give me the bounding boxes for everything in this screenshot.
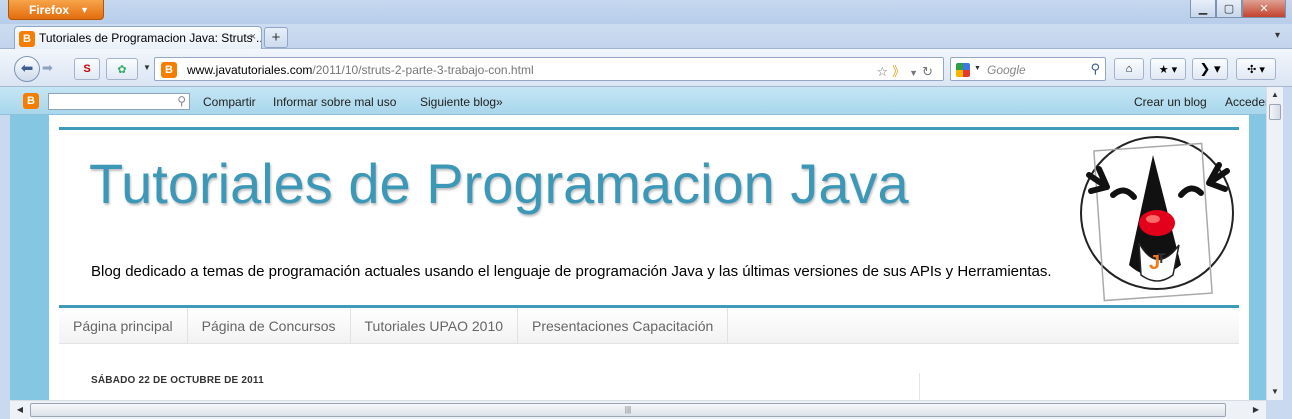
url-text[interactable]: www.javatutoriales.com/2011/10/struts-2-… bbox=[187, 63, 534, 77]
back-button[interactable]: ⬅ bbox=[14, 56, 40, 82]
tab-pagina-principal[interactable]: Página principal bbox=[59, 308, 188, 344]
page-viewport: Tutoriales de Programacion Java Blog ded… bbox=[10, 115, 1266, 400]
minimize-button[interactable]: ▁ bbox=[1190, 0, 1216, 18]
vertical-scrollbar[interactable]: ▲ ▼ bbox=[1266, 87, 1283, 400]
puzzle-icon: ✿ bbox=[117, 63, 127, 76]
chevron-right-icon: ❯ ▾ bbox=[1199, 61, 1221, 76]
bookmarks-button[interactable]: ★ ▾ bbox=[1150, 58, 1186, 80]
share-link[interactable]: Compartir bbox=[203, 95, 256, 109]
tab-pagina-concursos[interactable]: Página de Concursos bbox=[188, 308, 351, 344]
tab-close-icon[interactable]: × bbox=[250, 31, 256, 43]
url-domain: www.javatutoriales.com bbox=[187, 63, 313, 77]
search-engine-dropdown-icon[interactable]: ▼ bbox=[974, 65, 981, 72]
firebug-button[interactable]: ✣ ▾ bbox=[1236, 58, 1276, 80]
report-abuse-link[interactable]: Informar sobre mal uso bbox=[273, 95, 396, 109]
noscript-icon: S bbox=[83, 63, 91, 75]
search-icon[interactable]: ⚲ bbox=[1090, 61, 1100, 77]
home-icon: ⌂ bbox=[1125, 63, 1133, 75]
maximize-button[interactable]: ▢ bbox=[1216, 0, 1242, 18]
scroll-left-icon[interactable]: ◀ bbox=[12, 402, 28, 418]
scroll-down-icon[interactable]: ▼ bbox=[1267, 384, 1283, 400]
chevron-down-icon: ▼ bbox=[80, 5, 89, 15]
tab-title: Tutoriales de Programacion Java: Struts … bbox=[39, 31, 262, 45]
horizontal-scrollbar[interactable]: ◀ ||| ▶ bbox=[10, 400, 1266, 419]
forward-button[interactable]: ➡ bbox=[42, 60, 53, 76]
create-blog-link[interactable]: Crear un blog bbox=[1134, 95, 1207, 109]
window-corner bbox=[1266, 400, 1292, 419]
bookmarks-star-icon: ★ ▾ bbox=[1158, 63, 1178, 76]
window-titlebar: Firefox ▼ ▁ ▢ ✕ bbox=[0, 0, 1292, 24]
site-favicon-icon bbox=[161, 62, 177, 78]
search-bar[interactable]: ▼ Google ⚲ bbox=[950, 57, 1106, 81]
search-icon[interactable]: ⚲ bbox=[177, 94, 186, 108]
tab-bar: Tutoriales de Programacion Java: Struts … bbox=[0, 24, 1292, 49]
post-date-header: SÁBADO 22 DE OCTUBRE DE 2011 bbox=[91, 375, 264, 386]
blog-description: Blog dedicado a temas de programación ac… bbox=[91, 263, 1052, 280]
search-placeholder: Google bbox=[987, 63, 1026, 77]
url-bar[interactable]: www.javatutoriales.com/2011/10/struts-2-… bbox=[154, 57, 944, 81]
tab-tutoriales-upao[interactable]: Tutoriales UPAO 2010 bbox=[351, 308, 519, 344]
vertical-scroll-thumb[interactable] bbox=[1269, 104, 1281, 120]
next-blog-link[interactable]: Siguiente blog» bbox=[420, 95, 503, 109]
duke-mascot-logo: J T bbox=[1080, 136, 1234, 302]
arrow-left-icon: ⬅ bbox=[20, 60, 34, 77]
extension-dropdown-icon[interactable]: ▼ bbox=[143, 63, 151, 72]
header-top-rule bbox=[59, 127, 1239, 130]
url-bar-icons: ☆》▼↻ bbox=[877, 61, 938, 80]
blogger-icon bbox=[19, 31, 35, 47]
noscript-button[interactable]: S bbox=[74, 58, 100, 80]
navigation-toolbar: ⬅ ➡ S ✿ ▼ www.javatutoriales.com/2011/10… bbox=[0, 49, 1292, 87]
more-tools-button[interactable]: ❯ ▾ bbox=[1192, 58, 1228, 80]
sidebar-divider bbox=[919, 373, 920, 400]
google-icon[interactable] bbox=[956, 63, 970, 77]
new-tab-button[interactable]: + bbox=[264, 27, 288, 48]
url-path: /2011/10/struts-2-parte-3-trabajo-con.ht… bbox=[312, 63, 534, 77]
firefox-menu-button[interactable]: Firefox ▼ bbox=[8, 0, 104, 20]
blogger-logo-icon[interactable] bbox=[23, 93, 39, 109]
reload-icon[interactable]: ↻ bbox=[922, 64, 937, 79]
history-dropdown-icon[interactable]: ▼ bbox=[909, 68, 922, 78]
star-bookmark-icon[interactable]: ☆ bbox=[877, 64, 893, 79]
extension-button[interactable]: ✿ bbox=[106, 58, 138, 80]
close-window-button[interactable]: ✕ bbox=[1242, 0, 1286, 18]
blog-search-input[interactable]: ⚲ bbox=[48, 93, 190, 110]
blog-title[interactable]: Tutoriales de Programacion Java bbox=[89, 151, 909, 216]
blog-content: Tutoriales de Programacion Java Blog ded… bbox=[49, 115, 1249, 400]
home-button[interactable]: ⌂ bbox=[1114, 58, 1144, 80]
horizontal-scroll-thumb[interactable]: ||| bbox=[30, 403, 1226, 417]
window-controls: ▁ ▢ ✕ bbox=[1190, 0, 1286, 18]
svg-text:T: T bbox=[1157, 250, 1166, 266]
pages-tab-bar: Página principal Página de Concursos Tut… bbox=[59, 308, 1239, 344]
tab-list-button[interactable]: ▾ bbox=[1275, 30, 1280, 41]
rss-feed-icon[interactable]: 》 bbox=[892, 64, 909, 79]
blogger-navbar: ⚲ Compartir Informar sobre mal uso Sigui… bbox=[0, 87, 1292, 115]
window-right-frame bbox=[1283, 87, 1292, 419]
firebug-icon: ✣ ▾ bbox=[1247, 63, 1265, 76]
tab-active[interactable]: Tutoriales de Programacion Java: Struts … bbox=[14, 26, 262, 49]
firefox-menu-label: Firefox bbox=[29, 3, 70, 17]
scroll-right-icon[interactable]: ▶ bbox=[1248, 402, 1264, 418]
window-left-frame bbox=[0, 115, 10, 419]
tab-presentaciones[interactable]: Presentaciones Capacitación bbox=[518, 308, 729, 344]
scroll-up-icon[interactable]: ▲ bbox=[1267, 87, 1283, 103]
sign-in-link[interactable]: Acceder bbox=[1225, 95, 1266, 109]
